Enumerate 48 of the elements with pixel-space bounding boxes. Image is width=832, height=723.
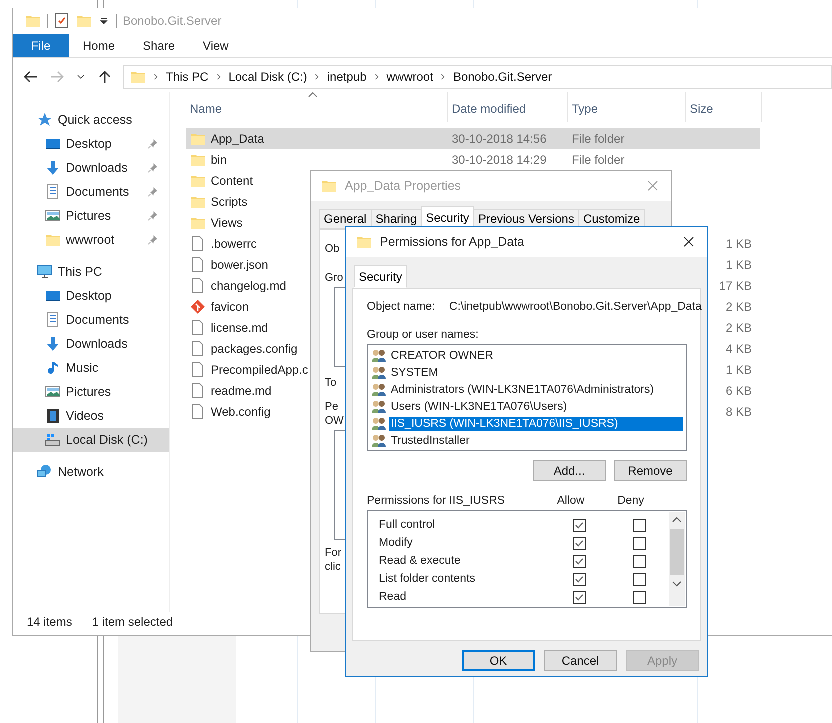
label-text: For clic [325, 546, 342, 574]
permission-name: Full control [379, 519, 436, 531]
file-type: File folder [572, 152, 625, 166]
dialog-title: App_Data Properties [345, 179, 462, 193]
label-text: Ob [325, 242, 340, 256]
file-type: File folder [572, 132, 625, 146]
file-name: license.md [211, 320, 268, 334]
file-name: Scripts [211, 194, 248, 208]
file-name: packages.config [211, 342, 298, 356]
file-name: favicon [211, 300, 250, 314]
dialog-title: Permissions for App_Data [380, 235, 526, 249]
date-modified: 30-10-2018 14:56 [452, 132, 547, 146]
file-name: .bowerrc [211, 236, 258, 250]
file-size: 17 KB [719, 278, 752, 292]
label-text: Pe OW [325, 400, 344, 428]
file-size: 8 KB [726, 404, 752, 418]
deny-label: Deny [616, 495, 646, 507]
window-title: Bonobo.Git.Server [123, 14, 222, 28]
file-size: 1 KB [726, 362, 752, 376]
label-text: Gro [325, 271, 344, 285]
file-size: 2 KB [726, 320, 752, 334]
group-label: Group or user names: [367, 329, 480, 341]
file-size: 2 KB [726, 300, 752, 314]
file-name: bin [211, 152, 228, 166]
file-name: Views [211, 216, 243, 230]
permission-name: Read & execute [379, 555, 462, 567]
permissions-label: Permissions for IIS_IUSRS [367, 495, 506, 507]
object-name-value: C:\inetpub\wwwroot\Bonobo.Git.Server\App_Data [449, 301, 702, 313]
file-name: readme.md [211, 384, 272, 398]
allow-label: Allow [556, 495, 586, 507]
status-text: 1 item selected [92, 615, 174, 629]
file-size: 4 KB [726, 342, 752, 356]
file-size: 6 KB [726, 384, 752, 398]
permission-name: Modify [379, 537, 414, 549]
date-modified: 30-10-2018 14:29 [452, 152, 547, 166]
label-text: To [325, 376, 337, 390]
file-name: bower.json [211, 258, 268, 272]
file-size: 1 KB [726, 258, 752, 272]
permission-name: List folder contents [379, 573, 477, 585]
permission-name: Read [379, 591, 408, 603]
file-size: 1 KB [726, 236, 752, 250]
file-name: Web.config [211, 404, 271, 418]
file-name: changelog.md [211, 278, 286, 292]
file-name: Content [211, 174, 254, 188]
object-name-label: Object name: [367, 301, 436, 313]
file-name: App_Data [211, 132, 264, 146]
file-name: PrecompiledApp.c [211, 362, 308, 376]
status-text: 14 items [27, 615, 72, 629]
